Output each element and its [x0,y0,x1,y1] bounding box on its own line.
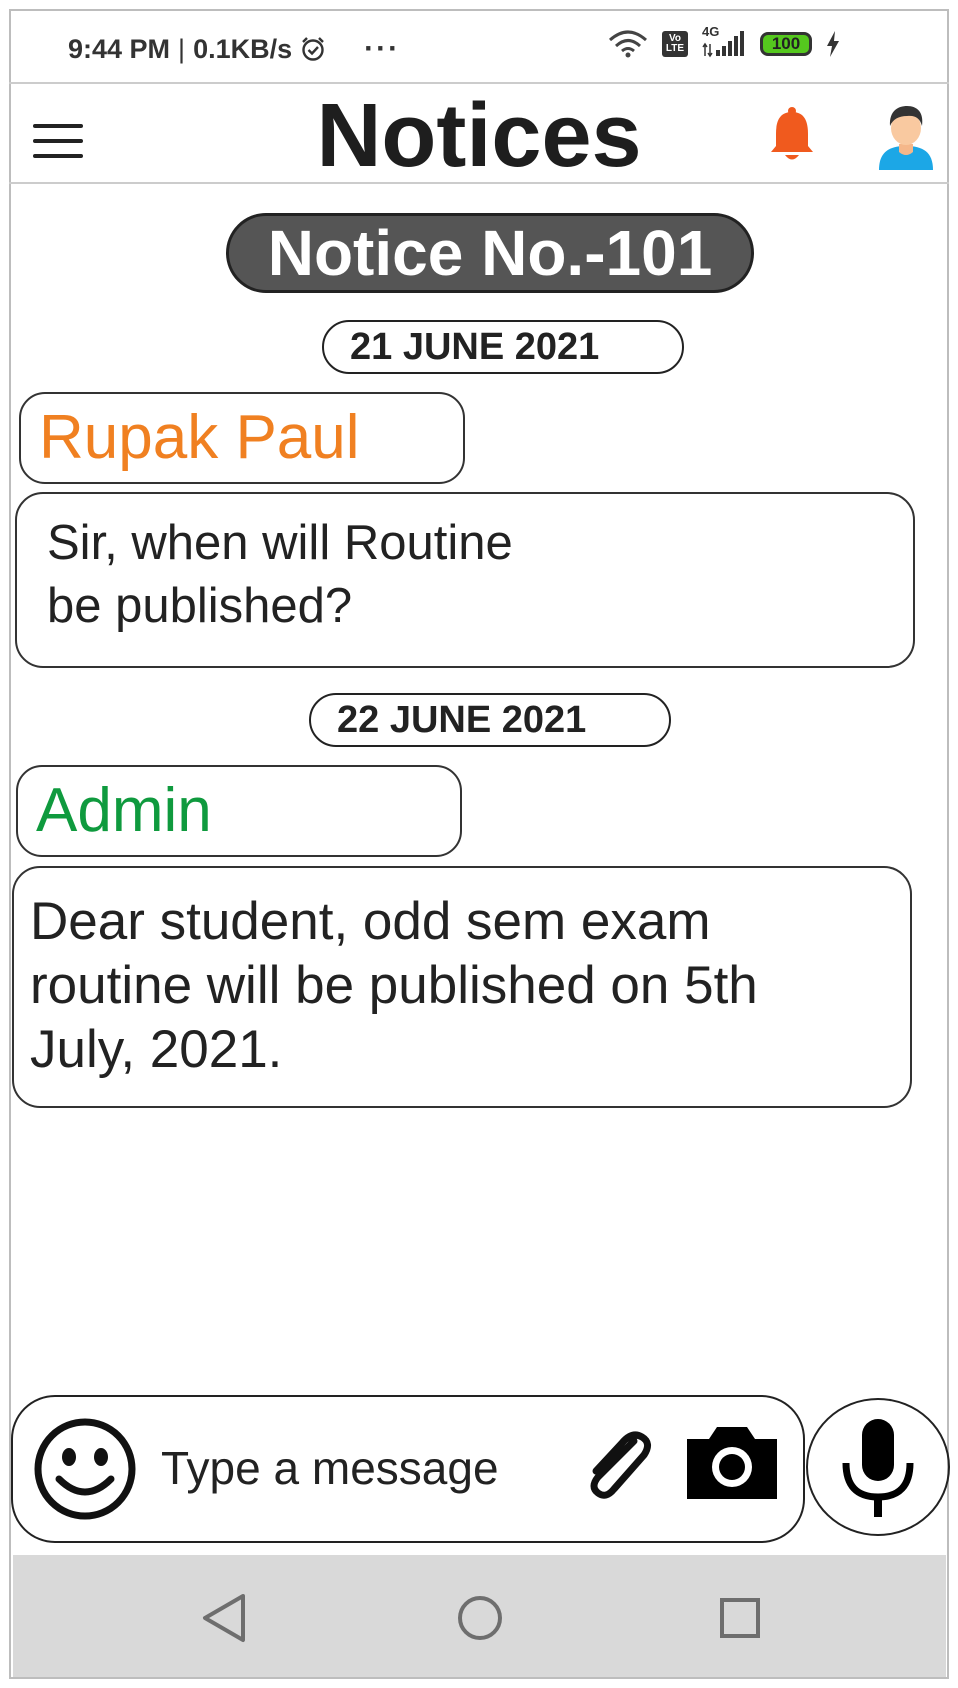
system-nav-bar [13,1555,946,1677]
smiley-icon[interactable] [33,1417,137,1521]
message-line: Dear student, odd sem exam [30,892,711,951]
recent-square-icon[interactable] [719,1597,761,1639]
status-speed: 0.1KB/s [193,33,293,64]
status-separator: | [178,33,186,64]
sender-name: Admin [16,765,462,857]
message-bubble: Sir, when will Routine be published? [15,492,915,668]
camera-icon[interactable] [687,1427,777,1499]
message-line: Sir, when will Routine [47,516,513,570]
message-bubble: Dear student, odd sem exam routine will … [12,866,912,1108]
status-time: 9:44 PM [68,33,171,64]
more-dots: ··· [364,32,401,65]
back-triangle-icon[interactable] [201,1593,247,1643]
message-input[interactable]: Type a message [161,1441,499,1495]
message-input-bar: Type a message [11,1395,805,1543]
avatar-icon[interactable] [877,102,935,170]
alarm-clock-icon [302,37,324,61]
date-separator: 22 JUNE 2021 [309,693,671,747]
date-separator: 21 JUNE 2021 [322,320,684,374]
signal-icon: 4G [702,24,746,58]
home-circle-icon[interactable] [457,1595,503,1641]
wifi-icon [609,30,647,58]
notice-number-badge: Notice No.-101 [226,213,754,293]
paperclip-icon[interactable] [576,1425,656,1505]
status-bar-left: 9:44 PM | 0.1KB/s ··· [68,32,400,66]
message-line: routine will be published on 5th [30,956,758,1015]
charging-icon [827,31,839,57]
app-header: Notices [9,82,949,184]
message-line: be published? [47,579,353,633]
status-bar-right: Vo LTE 4G 100 [608,24,840,58]
message-line: July, 2021. [30,1020,283,1079]
sender-name: Rupak Paul [19,392,465,484]
battery-icon: 100 [760,32,812,56]
volte-icon: Vo LTE [662,31,688,57]
microphone-icon [842,1419,914,1517]
bell-icon[interactable] [769,106,815,164]
microphone-button[interactable] [806,1398,950,1536]
